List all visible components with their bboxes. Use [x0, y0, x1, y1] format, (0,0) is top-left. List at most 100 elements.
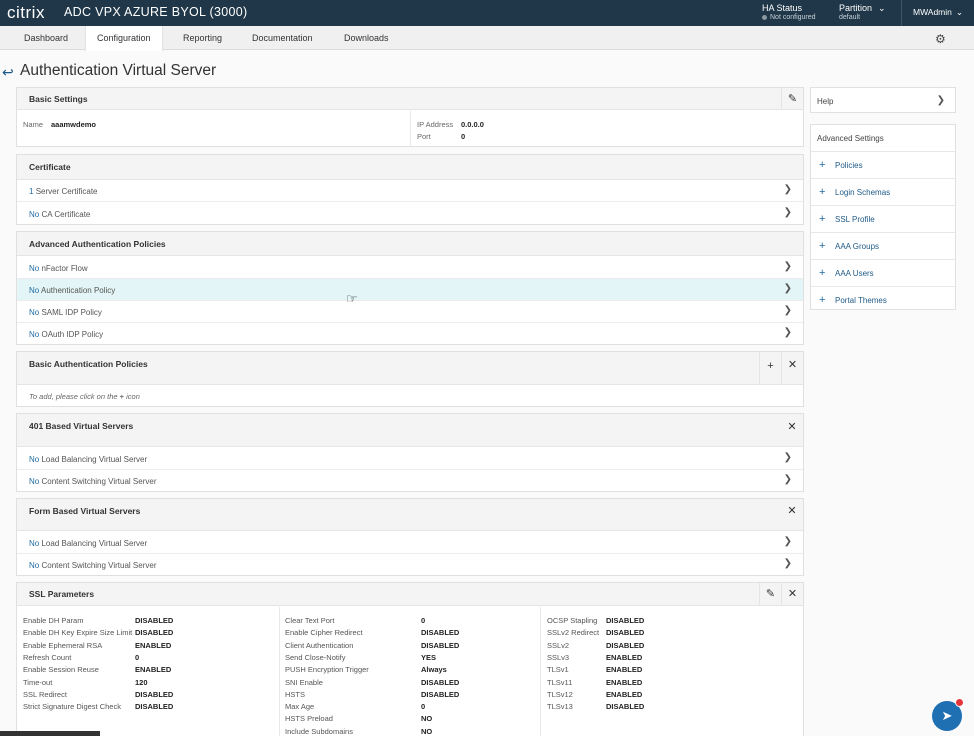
close-icon[interactable]: ✕ [781, 499, 803, 523]
ssl-param-label: SSLv2 Redirect [547, 628, 600, 638]
ssl-param-label: TLSv12 [547, 689, 573, 699]
ssl-param-value: ENABLED [606, 665, 643, 675]
ssl-param-label: TLSv11 [547, 677, 573, 687]
divider [410, 111, 411, 147]
partition-selector[interactable]: Partition default ⌄ [839, 3, 886, 21]
page-title: Authentication Virtual Server [20, 62, 217, 79]
port-label: Port [417, 132, 431, 141]
sidebar-item-login-schemas[interactable]: + Login Schemas [811, 178, 955, 205]
chevron-right-icon: ❯ [783, 452, 792, 463]
ssl-param-label: Include Subdomains [285, 726, 353, 736]
assist-button[interactable]: ➤ [932, 698, 964, 731]
sidebar-item-portal-themes[interactable]: + Portal Themes [811, 286, 955, 313]
list-item[interactable]: No OAuth IDP Policy ❯ [17, 323, 803, 345]
ssl-param-label: TLSv1 [547, 665, 569, 675]
ha-status[interactable]: HA Status Not configured [762, 3, 816, 21]
section-title: Basic Authentication Policies [29, 359, 148, 369]
ssl-param-value: 0 [421, 616, 426, 625]
list-item[interactable]: No Content Switching Virtual Server ❯ [17, 554, 803, 576]
list-item[interactable]: No CA Certificate ❯ [17, 203, 803, 225]
ssl-param-value: NO [421, 726, 433, 736]
help-panel[interactable]: Help ❯ [810, 87, 956, 113]
basic-settings-panel: Basic Settings ✎ Name aaamwdemo IP Addre… [16, 87, 804, 147]
certificate-panel: Certificate 1 Server Certificate ❯ No CA… [16, 154, 804, 225]
list-item[interactable]: No nFactor Flow ❯ [17, 257, 803, 279]
notification-badge [955, 698, 964, 707]
partition-value: default [839, 14, 861, 21]
status-dot-icon [762, 14, 767, 20]
name-label: Name [23, 120, 44, 129]
close-icon[interactable]: ✕ [781, 352, 803, 385]
list-item[interactable]: No Content Switching Virtual Server ❯ [17, 470, 803, 492]
close-icon[interactable]: ✕ [781, 583, 803, 606]
section-title: Form Based Virtual Servers [29, 506, 141, 516]
sidebar-item-aaa-groups[interactable]: + AAA Groups [811, 232, 955, 259]
ssl-param-label: Refresh Count [23, 652, 72, 662]
ssl-param-value: DISABLED [135, 628, 174, 638]
section-title: Certificate [29, 162, 71, 172]
ssl-param-label: Clear Text Port [285, 616, 335, 625]
gear-icon[interactable]: ⚙ [935, 32, 946, 46]
plus-icon: + [819, 213, 826, 225]
plus-icon[interactable]: + [759, 352, 781, 385]
ssl-param-label: HSTS Preload [285, 714, 333, 724]
name-value: aaamwdemo [51, 120, 97, 129]
ssl-param-label: HSTS [285, 689, 306, 699]
tab-dashboard[interactable]: Dashboard [13, 26, 79, 50]
user-menu[interactable]: MWAdmin ⌄ [913, 7, 963, 18]
plus-icon: + [819, 294, 826, 306]
hint-text: To add, please click on the [29, 392, 118, 401]
chevron-down-icon: ⌄ [878, 3, 886, 13]
ssl-param-value: Always [421, 665, 447, 675]
pencil-icon[interactable]: ✎ [781, 88, 803, 110]
divider [901, 0, 902, 26]
close-icon[interactable]: ✕ [781, 414, 803, 440]
pencil-icon[interactable]: ✎ [759, 583, 781, 606]
list-item[interactable]: 1 Server Certificate ❯ [17, 180, 803, 202]
ssl-param-label: Client Authentication [285, 640, 354, 650]
tab-downloads[interactable]: Downloads [333, 26, 400, 50]
ssl-param-value: YES [421, 652, 437, 662]
ssl-param-value: DISABLED [421, 640, 460, 650]
user-name: MWAdmin [913, 7, 952, 17]
list-item[interactable]: No SAML IDP Policy ❯ [17, 301, 803, 323]
plus-icon: + [119, 392, 125, 401]
ssl-param-value: ENABLED [606, 652, 643, 662]
ssl-param-value: DISABLED [421, 628, 460, 638]
chevron-right-icon: ❯ [783, 558, 792, 569]
ssl-param-label: PUSH Encryption Trigger [285, 665, 369, 675]
ssl-param-value: ENABLED [606, 689, 643, 699]
ssl-param-value: DISABLED [135, 702, 174, 712]
tab-reporting[interactable]: Reporting [172, 26, 233, 50]
back-arrow-icon[interactable]: ↩ [2, 64, 14, 81]
ssl-param-label: Time-out [23, 677, 53, 687]
section-title: Advanced Authentication Policies [29, 239, 166, 249]
ssl-param-value: 0 [421, 702, 426, 712]
ssl-param-value: DISABLED [135, 689, 174, 699]
sidebar-item-ssl-profile[interactable]: + SSL Profile [811, 205, 955, 232]
ssl-param-label: SSL Redirect [23, 689, 67, 699]
ha-status-value: Not configured [770, 14, 816, 21]
tab-documentation[interactable]: Documentation [241, 26, 324, 50]
basic-auth-panel: Basic Authentication Policies + ✕ To add… [16, 351, 804, 407]
list-item[interactable]: No Load Balancing Virtual Server ❯ [17, 448, 803, 470]
ssl-param-value: DISABLED [421, 677, 460, 687]
partition-label: Partition [839, 3, 873, 13]
chevron-right-icon: ❯ [783, 327, 792, 338]
help-label: Help [817, 97, 834, 106]
ssl-param-label: SSLv3 [547, 652, 570, 662]
tab-configuration[interactable]: Configuration [85, 26, 163, 51]
divider [279, 607, 280, 736]
list-item[interactable]: No Load Balancing Virtual Server ❯ [17, 532, 803, 554]
sidebar-item-policies[interactable]: + Policies [811, 151, 955, 178]
ssl-param-label: Enable Ephemeral RSA [23, 640, 103, 650]
ip-label: IP Address [417, 120, 454, 129]
advanced-settings-panel: Advanced Settings + Policies + Login Schem… [810, 124, 956, 310]
sidebar-item-aaa-users[interactable]: + AAA Users [811, 259, 955, 286]
ssl-param-value: 0 [135, 652, 140, 662]
app-title: ADC VPX AZURE BYOL (3000) [64, 5, 248, 19]
citrix-logo: citrix [7, 3, 45, 22]
list-item[interactable]: No Authentication Policy ❯ [17, 279, 803, 301]
chevron-right-icon: ❯ [783, 207, 792, 218]
navigation-icon: ➤ [941, 708, 953, 723]
